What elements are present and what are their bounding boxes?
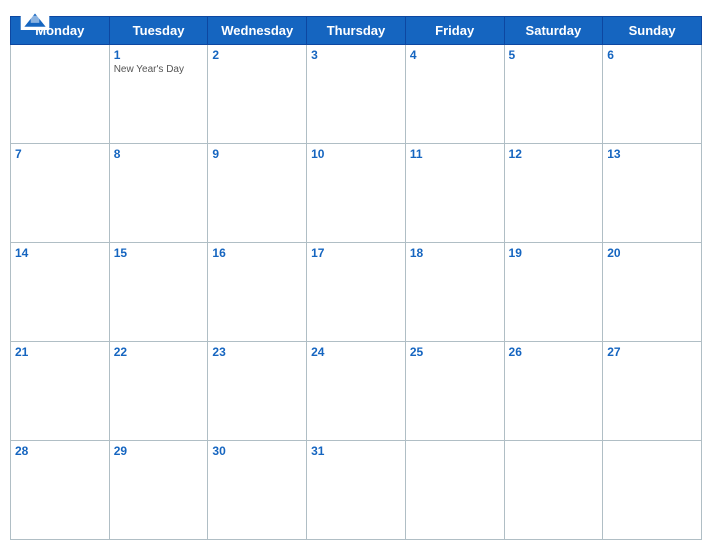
calendar-cell: 19 (504, 243, 603, 342)
calendar-container: MondayTuesdayWednesdayThursdayFridaySatu… (0, 0, 712, 550)
calendar-cell: 25 (405, 342, 504, 441)
calendar-cell: 30 (208, 441, 307, 540)
calendar-cell: 18 (405, 243, 504, 342)
calendar-cell: 14 (11, 243, 110, 342)
calendar-cell: 12 (504, 144, 603, 243)
day-number: 14 (15, 246, 105, 260)
logo-area (20, 10, 53, 30)
calendar-cell (11, 45, 110, 144)
calendar-cell: 8 (109, 144, 208, 243)
calendar-cell: 20 (603, 243, 702, 342)
calendar-cell (603, 441, 702, 540)
day-number: 31 (311, 444, 401, 458)
calendar-cell: 27 (603, 342, 702, 441)
calendar-cell: 15 (109, 243, 208, 342)
day-number: 16 (212, 246, 302, 260)
day-number: 24 (311, 345, 401, 359)
generalblue-logo-icon (20, 10, 50, 30)
day-number: 5 (509, 48, 599, 62)
weekday-header-sunday: Sunday (603, 17, 702, 45)
calendar-cell: 9 (208, 144, 307, 243)
day-number: 22 (114, 345, 204, 359)
day-number: 23 (212, 345, 302, 359)
calendar-cell: 17 (307, 243, 406, 342)
calendar-cell: 24 (307, 342, 406, 441)
calendar-cell: 5 (504, 45, 603, 144)
calendar-week-row: 789 10 11 12 13 (11, 144, 702, 243)
day-number: 6 (607, 48, 697, 62)
calendar-cell: 26 (504, 342, 603, 441)
weekday-header-wednesday: Wednesday (208, 17, 307, 45)
calendar-cell: 31 (307, 441, 406, 540)
calendar-week-row: 1 New Year's Day 23456 (11, 45, 702, 144)
day-number: 25 (410, 345, 500, 359)
weekday-header-tuesday: Tuesday (109, 17, 208, 45)
calendar-cell: 29 (109, 441, 208, 540)
weekday-header-thursday: Thursday (307, 17, 406, 45)
day-number: 7 (15, 147, 105, 161)
calendar-cell: 13 (603, 144, 702, 243)
calendar-week-row: 21 22 23 24 25 26 27 (11, 342, 702, 441)
calendar-cell: 6 (603, 45, 702, 144)
day-number: 1 (114, 48, 204, 62)
day-number: 13 (607, 147, 697, 161)
day-number: 4 (410, 48, 500, 62)
weekday-header-friday: Friday (405, 17, 504, 45)
calendar-cell: 22 (109, 342, 208, 441)
day-number: 17 (311, 246, 401, 260)
calendar-cell: 10 (307, 144, 406, 243)
day-number: 8 (114, 147, 204, 161)
calendar-week-row: 28 29 30 31 (11, 441, 702, 540)
weekday-header-saturday: Saturday (504, 17, 603, 45)
calendar-cell: 2 (208, 45, 307, 144)
day-event: New Year's Day (114, 64, 204, 75)
calendar-cell: 16 (208, 243, 307, 342)
calendar-cell (405, 441, 504, 540)
calendar-week-row: 14 15 16 17 18 19 20 (11, 243, 702, 342)
day-number: 18 (410, 246, 500, 260)
calendar-table: MondayTuesdayWednesdayThursdayFridaySatu… (10, 16, 702, 540)
calendar-cell: 3 (307, 45, 406, 144)
day-number: 28 (15, 444, 105, 458)
weekday-header-row: MondayTuesdayWednesdayThursdayFridaySatu… (11, 17, 702, 45)
day-number: 11 (410, 147, 500, 161)
calendar-cell (504, 441, 603, 540)
calendar-cell: 23 (208, 342, 307, 441)
day-number: 9 (212, 147, 302, 161)
day-number: 2 (212, 48, 302, 62)
day-number: 29 (114, 444, 204, 458)
calendar-cell: 21 (11, 342, 110, 441)
day-number: 27 (607, 345, 697, 359)
day-number: 26 (509, 345, 599, 359)
day-number: 10 (311, 147, 401, 161)
calendar-cell: 4 (405, 45, 504, 144)
day-number: 3 (311, 48, 401, 62)
calendar-cell: 1 New Year's Day (109, 45, 208, 144)
day-number: 19 (509, 246, 599, 260)
day-number: 12 (509, 147, 599, 161)
calendar-cell: 28 (11, 441, 110, 540)
day-number: 30 (212, 444, 302, 458)
calendar-cell: 11 (405, 144, 504, 243)
day-number: 15 (114, 246, 204, 260)
day-number: 21 (15, 345, 105, 359)
day-number: 20 (607, 246, 697, 260)
calendar-cell: 7 (11, 144, 110, 243)
